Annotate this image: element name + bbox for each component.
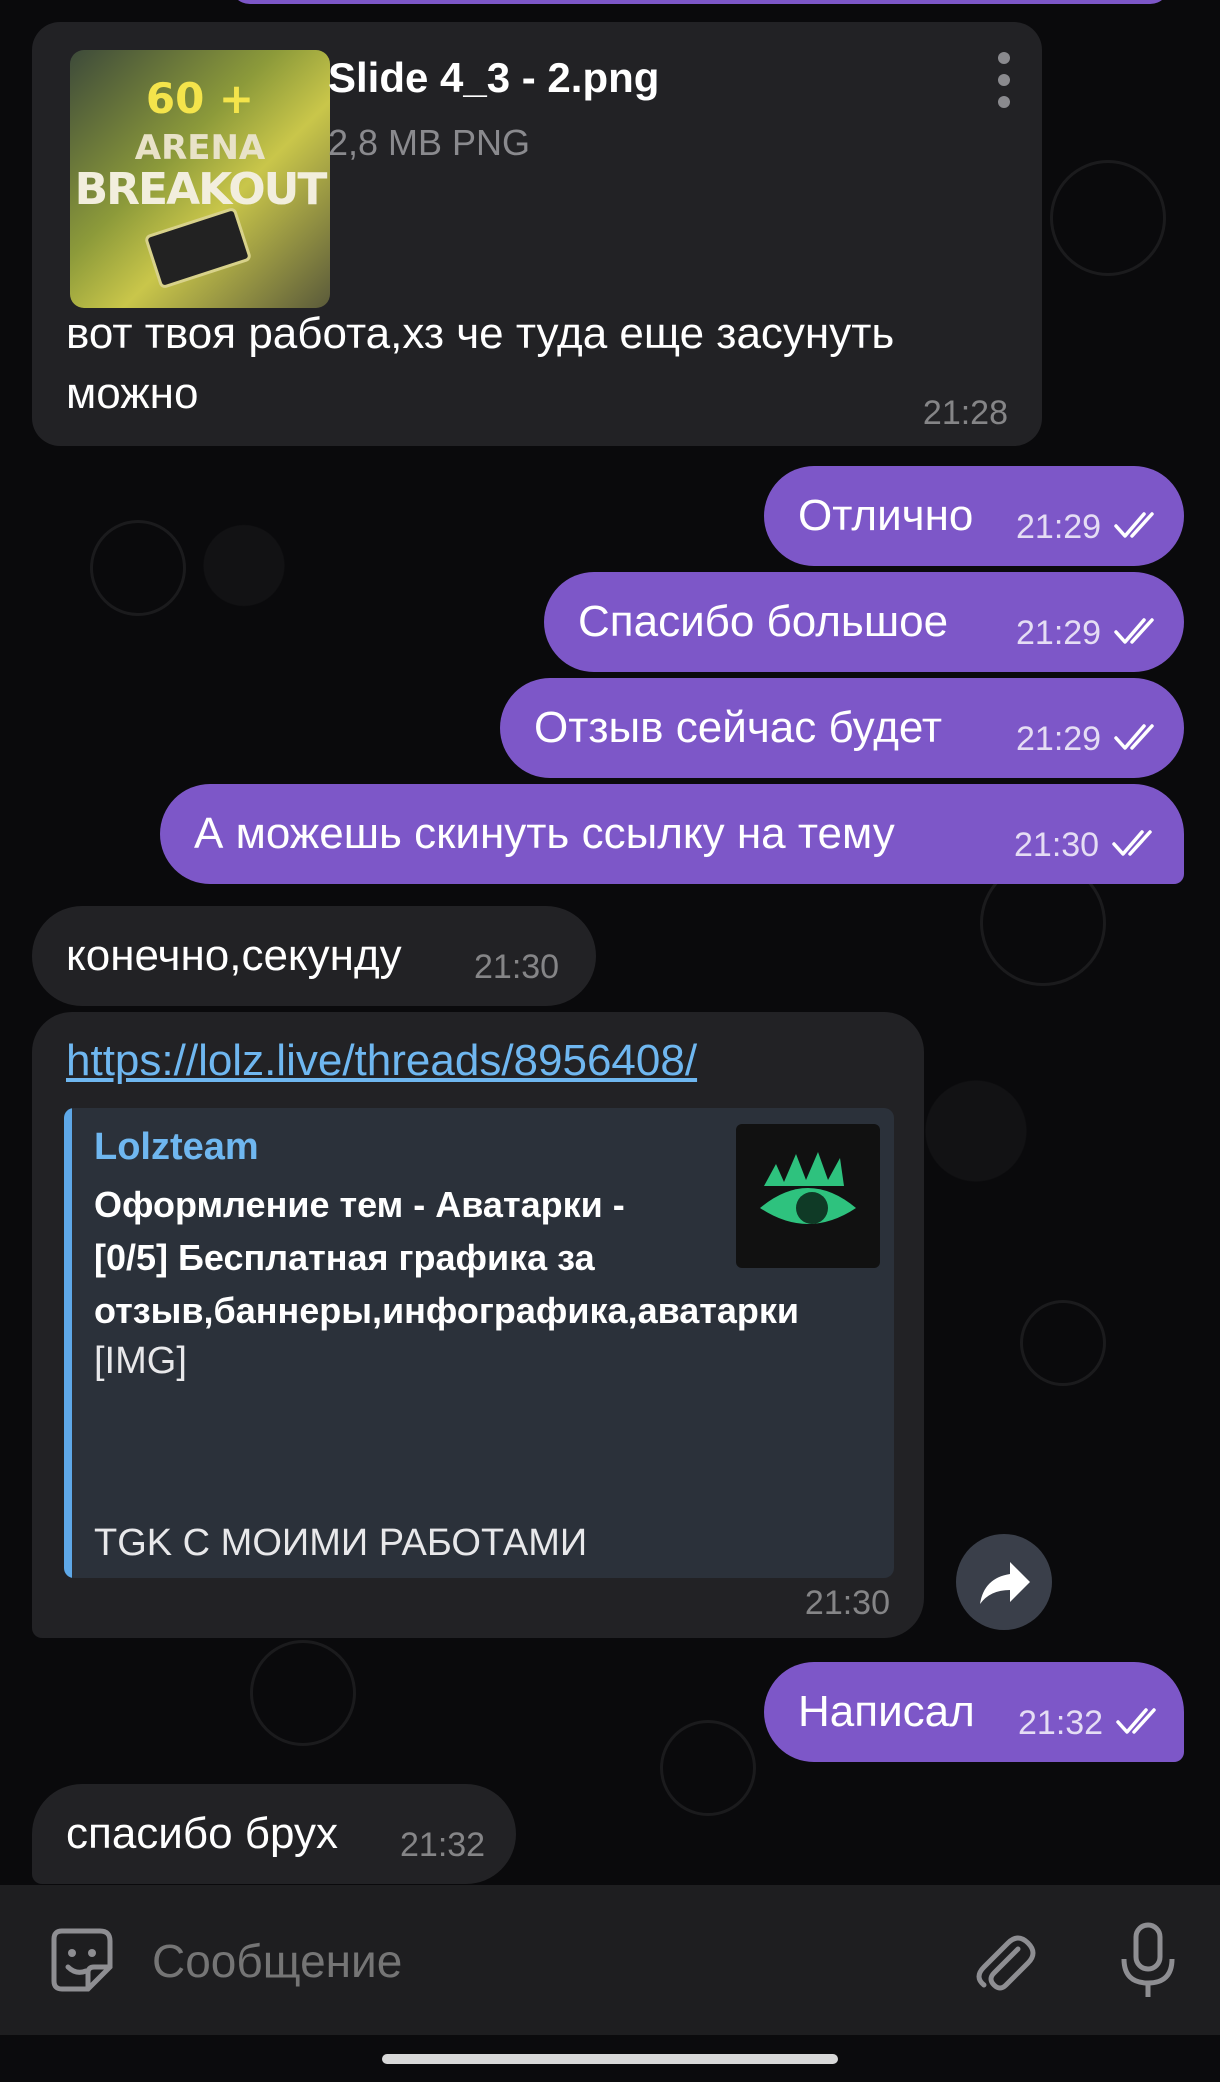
- paperclip-icon[interactable]: [966, 1923, 1042, 1999]
- incoming-message-1[interactable]: конечно,секунду 21:30: [32, 906, 596, 1006]
- thumb-card-graphic: [143, 206, 253, 290]
- preview-footer-text: TGK С МОИМИ РАБОТАМИ: [94, 1522, 588, 1564]
- thread-link[interactable]: https://lolz.live/threads/8956408/: [66, 1036, 697, 1086]
- preview-title-line-1: Оформление тем - Аватарки -: [94, 1184, 625, 1225]
- more-vertical-icon[interactable]: [998, 52, 1012, 118]
- message-time: 21:30: [474, 948, 560, 986]
- file-meta: 2,8 MB PNG: [328, 122, 531, 163]
- message-text-line-1: вот твоя работа,хз че туда еще засунуть: [66, 309, 895, 358]
- preview-site-name: Lolzteam: [94, 1126, 259, 1168]
- sticker-emoji-icon[interactable]: [44, 1923, 118, 1997]
- previous-message-edge: [230, 0, 1170, 4]
- double-check-icon: [1114, 512, 1154, 538]
- home-indicator[interactable]: [382, 2054, 838, 2064]
- preview-accent-bar: [64, 1108, 72, 1578]
- message-time: 21:29: [1016, 508, 1102, 546]
- message-time: 21:29: [1016, 614, 1102, 652]
- message-text: А можешь скинуть ссылку на тему: [194, 809, 895, 858]
- message-text-line-2: можно: [66, 369, 199, 418]
- thumb-line-1: 60 +: [145, 74, 255, 123]
- lolzteam-eye-logo: [736, 1124, 880, 1268]
- message-time: 21:30: [804, 1584, 890, 1622]
- link-preview-card[interactable]: Lolzteam Оформление тем - Аватарки - [0/…: [64, 1108, 894, 1578]
- file-name[interactable]: Slide 4_3 - 2.png: [328, 54, 659, 102]
- forward-arrow-icon[interactable]: [956, 1534, 1052, 1630]
- message-time: 21:32: [400, 1826, 486, 1864]
- double-check-icon: [1112, 830, 1152, 856]
- message-input[interactable]: [150, 1925, 944, 1997]
- outgoing-message-4[interactable]: А можешь скинуть ссылку на тему 21:30: [160, 784, 1184, 884]
- double-check-icon: [1116, 1708, 1156, 1734]
- thumb-line-3: BREAKOUT: [74, 164, 328, 215]
- message-text: Спасибо большое: [578, 597, 949, 646]
- double-check-icon: [1114, 724, 1154, 750]
- file-message-bubble[interactable]: 60 + ARENA BREAKOUT Slide 4_3 - 2.png 2,…: [32, 22, 1042, 446]
- message-time: 21:30: [1014, 826, 1100, 864]
- preview-title-line-2: [0/5] Бесплатная графика за: [94, 1237, 595, 1278]
- link-message-bubble[interactable]: https://lolz.live/threads/8956408/ Lolzt…: [32, 1012, 924, 1638]
- message-text: Отзыв сейчас будет: [534, 703, 943, 752]
- double-check-icon: [1114, 618, 1154, 644]
- outgoing-message-3[interactable]: Отзыв сейчас будет 21:29: [500, 678, 1184, 778]
- message-input-bar: [0, 1885, 1220, 2035]
- preview-img-tag: [IMG]: [94, 1340, 187, 1382]
- message-text: спасибо брух: [66, 1809, 338, 1858]
- thumb-line-2: ARENA: [134, 128, 266, 168]
- message-text: конечно,секунду: [66, 931, 402, 980]
- outgoing-message-5[interactable]: Написал 21:32: [764, 1662, 1184, 1762]
- incoming-message-2[interactable]: спасибо брух 21:32: [32, 1784, 516, 1884]
- outgoing-message-2[interactable]: Спасибо большое 21:29: [544, 572, 1184, 672]
- message-time: 21:32: [1018, 1704, 1104, 1742]
- preview-title-line-3: отзыв,баннеры,инфографика,аватарки: [94, 1290, 800, 1331]
- message-text: Написал: [798, 1687, 975, 1736]
- file-thumbnail[interactable]: 60 + ARENA BREAKOUT: [70, 50, 330, 308]
- message-text: Отлично: [798, 491, 974, 540]
- message-time: 21:29: [1016, 720, 1102, 758]
- message-time: 21:28: [922, 394, 1008, 432]
- outgoing-message-1[interactable]: Отлично 21:29: [764, 466, 1184, 566]
- microphone-icon[interactable]: [1116, 1919, 1180, 2003]
- preview-title: Оформление тем - Аватарки - [0/5] Беспла…: [94, 1178, 800, 1337]
